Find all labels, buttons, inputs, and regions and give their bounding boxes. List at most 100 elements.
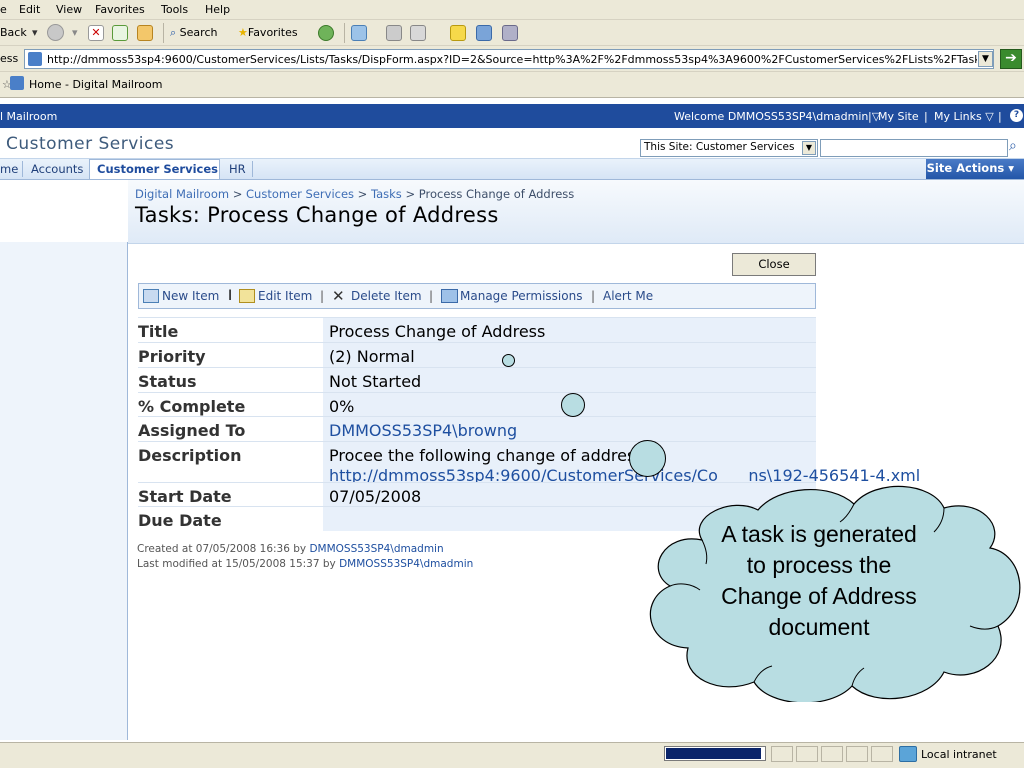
site-title[interactable]: Customer Services — [6, 134, 174, 154]
status-cell — [821, 746, 843, 762]
global-nav: l Mailroom Welcome DMMOSS53SP4\dmadmin ▽… — [0, 104, 1024, 128]
nav-divider: | — [868, 110, 872, 123]
back-button[interactable]: Back — [0, 26, 27, 39]
page-icon — [28, 52, 42, 66]
modified-by-link[interactable]: DMMOSS53SP4\dmadmin — [339, 558, 473, 570]
edit-item-icon — [239, 289, 255, 303]
refresh-icon[interactable] — [112, 25, 128, 41]
edit-page-icon[interactable] — [410, 25, 426, 41]
history-icon[interactable] — [318, 25, 334, 41]
address-input[interactable]: http://dmmoss53sp4:9600/CustomerServices… — [24, 49, 994, 69]
modified-line: Last modified at 15/05/2008 15:37 by DMM… — [137, 557, 473, 572]
my-site-link[interactable]: My Site — [878, 110, 919, 123]
field-value: Not Started — [323, 368, 816, 392]
scope-dropdown-icon[interactable]: ▼ — [802, 141, 816, 155]
form-toolbar: New Item I Edit Item | ✕ Delete Item | M… — [138, 283, 816, 309]
home-icon[interactable] — [137, 25, 153, 41]
alert-me-button[interactable]: Alert Me — [603, 289, 653, 303]
field-row-percent-complete: % Complete 0% — [138, 392, 816, 416]
field-row-title: Title Process Change of Address — [138, 317, 816, 342]
progress-fill — [666, 748, 761, 759]
assigned-to-link[interactable]: DMMOSS53SP4\browng — [323, 417, 816, 441]
search-scope-select[interactable]: This Site: Customer Services ▼ — [640, 139, 818, 157]
favorites-button[interactable]: ★Favorites — [238, 26, 298, 39]
field-label: Due Date — [138, 507, 323, 531]
search-label: Search — [179, 26, 218, 39]
manage-permissions-button[interactable]: Manage Permissions — [460, 289, 582, 303]
tab-hr[interactable]: HR — [229, 162, 246, 176]
breadcrumb: Digital Mailroom > Customer Services > T… — [135, 187, 574, 201]
messenger-icon[interactable] — [476, 25, 492, 41]
menu-view[interactable]: View — [56, 3, 82, 16]
global-site-title[interactable]: l Mailroom — [0, 110, 57, 123]
callout-line: to process the — [746, 552, 892, 578]
field-value: Procee the following change of address: … — [323, 442, 920, 485]
toolbar-separator: | — [429, 289, 434, 303]
menu-file[interactable]: e — [0, 3, 7, 16]
edit-item-button[interactable]: Edit Item — [258, 289, 312, 303]
breadcrumb-site[interactable]: Customer Services — [246, 187, 354, 201]
back-dropdown-icon[interactable]: ▾ — [32, 26, 38, 39]
callout-line: Change of Address — [721, 583, 917, 609]
field-row-description: Description Procee the following change … — [138, 441, 920, 485]
nav-divider: | — [924, 110, 928, 123]
go-arrow-icon: ➔ — [1005, 50, 1017, 66]
created-by-link[interactable]: DMMOSS53SP4\dmadmin — [309, 543, 443, 555]
text-cursor-icon: I — [228, 288, 233, 304]
search-input[interactable] — [820, 139, 1008, 157]
welcome-menu[interactable]: Welcome DMMOSS53SP4\dmadmin ▽ — [674, 110, 880, 123]
field-label: Title — [138, 318, 323, 342]
description-text: Procee the following change of address: — [329, 446, 650, 465]
top-nav-bar: me Accounts Customer Services HR Site Ac… — [0, 158, 1024, 180]
toolbar-divider — [163, 23, 164, 43]
print-icon[interactable] — [386, 25, 402, 41]
tab-title[interactable]: Home - Digital Mailroom — [29, 78, 162, 91]
help-icon[interactable]: ? — [1010, 109, 1023, 122]
status-cell — [771, 746, 793, 762]
field-value: (2) Normal — [323, 343, 816, 367]
tab-home[interactable]: me — [0, 162, 18, 176]
menu-favorites[interactable]: Favorites — [95, 3, 145, 16]
status-cell — [796, 746, 818, 762]
search-go-icon[interactable]: ⌕ — [1009, 138, 1017, 154]
new-item-button[interactable]: New Item — [162, 289, 219, 303]
created-line: Created at 07/05/2008 16:36 by DMMOSS53S… — [137, 542, 473, 557]
tab-accounts[interactable]: Accounts — [31, 162, 83, 176]
toolbar-separator: | — [591, 289, 596, 303]
status-cell — [871, 746, 893, 762]
favorites-label: Favorites — [247, 26, 298, 39]
search-button[interactable]: ⌕ Search — [170, 26, 217, 40]
research-icon[interactable] — [502, 25, 518, 41]
page-title: Tasks: Process Change of Address — [135, 203, 499, 227]
tab-customer-services[interactable]: Customer Services — [97, 162, 218, 176]
field-value: Process Change of Address — [323, 318, 816, 342]
address-dropdown-icon[interactable]: ▼ — [978, 51, 993, 67]
close-button[interactable]: Close — [732, 253, 816, 276]
stop-icon[interactable]: ✕ — [88, 25, 104, 41]
discuss-icon[interactable] — [450, 25, 466, 41]
intranet-zone-icon — [899, 746, 917, 762]
callout-line: A task is generated — [721, 521, 917, 547]
annotation-circle — [561, 393, 585, 417]
search-scope-value: This Site: Customer Services — [644, 141, 795, 153]
menu-help[interactable]: Help — [205, 3, 230, 16]
tab-page-icon — [10, 76, 24, 90]
version-info: Created at 07/05/2008 16:36 by DMMOSS53S… — [137, 542, 473, 572]
menu-edit[interactable]: Edit — [19, 3, 40, 16]
breadcrumb-list[interactable]: Tasks — [371, 187, 402, 201]
my-links-menu[interactable]: My Links ▽ — [934, 110, 994, 123]
permissions-icon — [441, 289, 458, 303]
field-label: Priority — [138, 343, 323, 367]
menu-tools[interactable]: Tools — [161, 3, 188, 16]
delete-item-button[interactable]: Delete Item — [351, 289, 422, 303]
modified-text: Last modified at 15/05/2008 15:37 by — [137, 558, 340, 570]
go-button[interactable]: ➔ — [1000, 49, 1022, 69]
mail-icon[interactable] — [351, 25, 367, 41]
breadcrumb-root[interactable]: Digital Mailroom — [135, 187, 229, 201]
nav-divider: | — [998, 110, 1002, 123]
browser-tab-bar: ☆ Home - Digital Mailroom — [0, 72, 1024, 98]
forward-icon[interactable] — [47, 24, 64, 41]
site-actions-menu[interactable]: Site Actions ▾ — [926, 159, 1024, 179]
forward-dropdown-icon[interactable]: ▾ — [72, 26, 78, 39]
breadcrumb-current: Process Change of Address — [418, 187, 575, 201]
